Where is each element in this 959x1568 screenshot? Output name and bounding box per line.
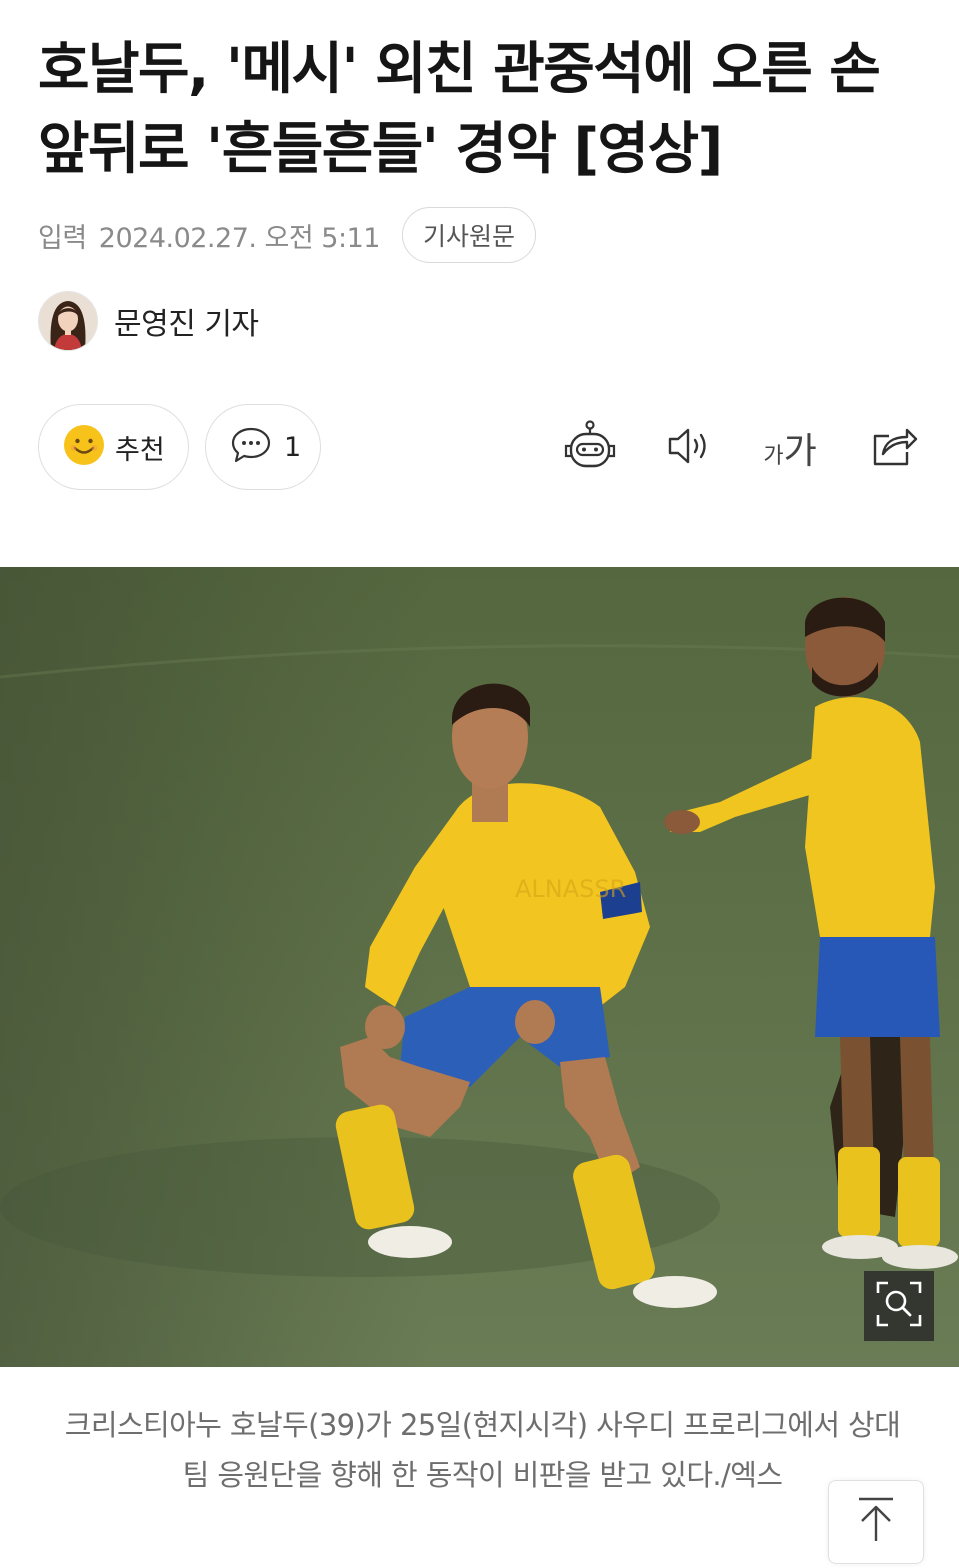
recommend-label: 추천: [115, 434, 165, 466]
original-article-button[interactable]: 기사원문: [401, 207, 536, 263]
author-name: 문영진 기자: [114, 307, 259, 342]
recommend-button[interactable]: 추천: [38, 404, 189, 490]
author-avatar: [38, 291, 98, 351]
speech-bubble-icon: [230, 425, 272, 469]
article-headline: 호날두, '메시' 외친 관중석에 오른 손 앞뒤로 '흔들흔들' 경악 [영상…: [38, 37, 881, 182]
article-photo[interactable]: ALNASSR: [0, 567, 959, 1367]
zoom-search-icon: [874, 1279, 924, 1333]
font-size-button[interactable]: 가가: [760, 418, 820, 478]
article-meta: 입력 2024.02.27. 오전 5:11 기사원문: [38, 206, 536, 264]
photo-zoom-button[interactable]: [864, 1271, 934, 1341]
photo-caption: 크리스티아누 호날두(39)가 25일(현지시각) 사우디 프로리그에서 상대팀…: [64, 1408, 901, 1492]
publish-date: 입력 2024.02.27. 오전 5:11: [38, 216, 380, 255]
robot-icon: [562, 418, 618, 478]
share-icon: [869, 422, 919, 474]
publish-date-label: 입력: [38, 222, 87, 254]
read-aloud-button[interactable]: [660, 418, 720, 478]
font-size-large-label: 가: [783, 431, 817, 472]
share-button[interactable]: [864, 418, 924, 478]
font-size-small-label: 가: [763, 444, 784, 469]
comment-count: 1: [284, 431, 302, 463]
publish-date-value: 2024.02.27. 오전 5:11: [98, 222, 381, 254]
article-action-bar: 추천 1 가가: [38, 404, 923, 492]
speaker-icon: [664, 422, 716, 474]
summary-bot-button[interactable]: [560, 418, 620, 478]
font-size-icon: 가가: [763, 422, 816, 474]
scroll-to-top-button[interactable]: [828, 1480, 924, 1564]
author-byline[interactable]: 문영진 기자: [38, 291, 259, 351]
svg-text:ALNASSR: ALNASSR: [515, 875, 626, 903]
smiley-icon: [63, 424, 105, 470]
arrow-up-icon: [853, 1495, 899, 1549]
comment-button[interactable]: 1: [205, 404, 321, 490]
